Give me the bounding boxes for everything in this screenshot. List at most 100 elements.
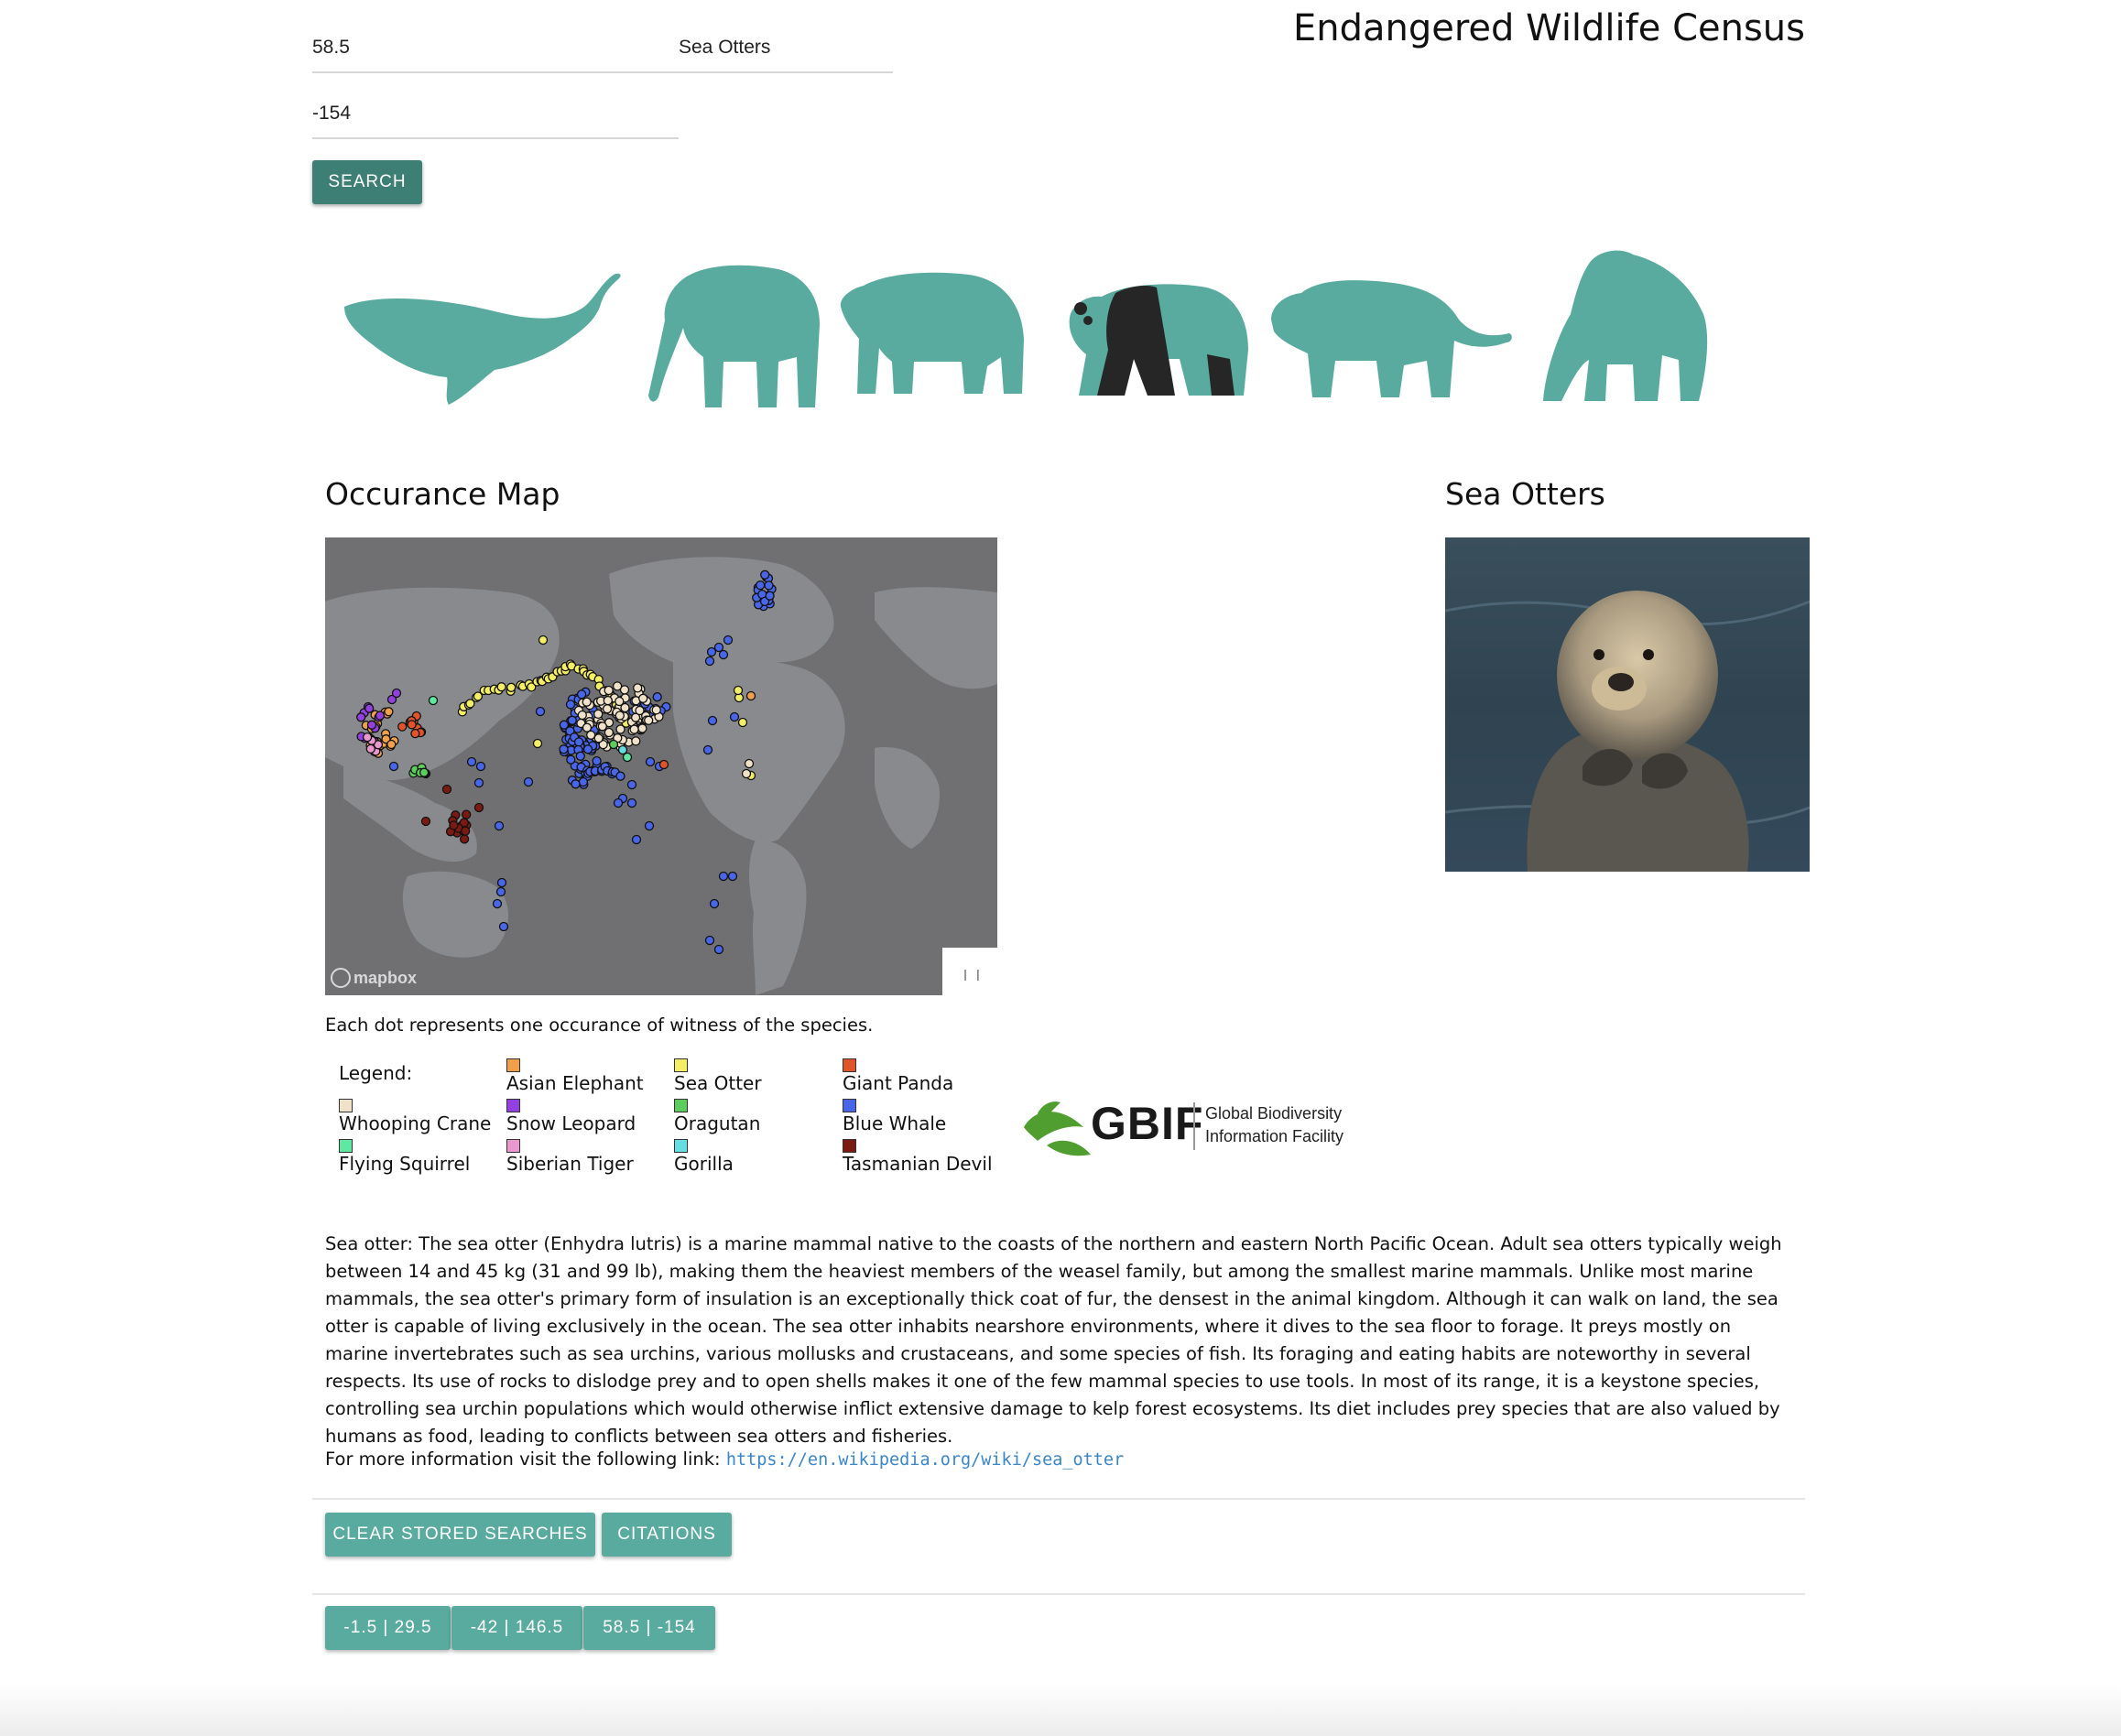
occurrence-dot[interactable] bbox=[756, 580, 766, 591]
occurrence-dot[interactable] bbox=[729, 711, 740, 722]
whale-icon[interactable] bbox=[339, 256, 623, 407]
map-canvas[interactable] bbox=[325, 537, 997, 995]
occurrence-dot[interactable] bbox=[492, 898, 503, 909]
stored-search-button[interactable]: 58.5 | -154 bbox=[583, 1606, 715, 1650]
occurrence-dot[interactable] bbox=[475, 761, 486, 772]
occurrence-dot[interactable] bbox=[622, 752, 633, 763]
occurrence-dot[interactable] bbox=[626, 779, 637, 790]
occurrence-dot[interactable] bbox=[733, 685, 744, 696]
gorilla-icon[interactable] bbox=[1534, 245, 1713, 406]
occurrence-dot[interactable] bbox=[718, 871, 729, 882]
occurrence-dot[interactable] bbox=[602, 704, 613, 714]
occurrence-dot[interactable] bbox=[637, 723, 647, 733]
occurrence-dot[interactable] bbox=[420, 816, 431, 827]
occurrence-dot[interactable] bbox=[592, 755, 602, 766]
occurrence-dot[interactable] bbox=[523, 776, 534, 787]
occurrence-dot[interactable] bbox=[428, 695, 439, 706]
occurrence-dot[interactable] bbox=[567, 715, 577, 725]
occurrence-dot[interactable] bbox=[713, 642, 724, 653]
occurrence-dot[interactable] bbox=[578, 776, 589, 787]
occurrence-dot[interactable] bbox=[565, 700, 576, 710]
occurrence-dot[interactable] bbox=[494, 820, 505, 831]
occurrence-dot[interactable] bbox=[535, 706, 546, 717]
occurrence-dot[interactable] bbox=[391, 688, 402, 699]
occurrence-dot[interactable] bbox=[765, 591, 775, 601]
occurrence-dot[interactable] bbox=[506, 682, 517, 692]
occurrence-dot[interactable] bbox=[635, 705, 645, 716]
occurrence-map[interactable]: mapbox ❘ ❘ bbox=[325, 537, 997, 995]
elephant-icon[interactable] bbox=[641, 256, 824, 407]
occurrence-dot[interactable] bbox=[727, 871, 738, 882]
occurrence-dot[interactable] bbox=[459, 834, 470, 844]
occurrence-dot[interactable] bbox=[386, 739, 397, 750]
stored-search-button[interactable]: -1.5 | 29.5 bbox=[325, 1606, 451, 1650]
occurrence-dot[interactable] bbox=[566, 754, 576, 765]
bear-icon[interactable] bbox=[832, 266, 1028, 403]
occurrence-dot[interactable] bbox=[737, 717, 748, 728]
stored-search-button[interactable]: -42 | 146.5 bbox=[451, 1606, 582, 1650]
occurrence-dot[interactable] bbox=[658, 759, 669, 770]
citations-button[interactable]: CITATIONS bbox=[602, 1513, 732, 1557]
occurrence-dot[interactable] bbox=[473, 802, 484, 813]
occurrence-dot[interactable] bbox=[604, 727, 615, 738]
occurrence-dot[interactable] bbox=[384, 707, 394, 717]
occurrence-dot[interactable] bbox=[629, 724, 639, 734]
panda-icon[interactable] bbox=[1060, 267, 1253, 405]
occurrence-dot[interactable] bbox=[760, 570, 770, 580]
occurrence-dot[interactable] bbox=[718, 649, 729, 660]
occurrence-dot[interactable] bbox=[713, 944, 724, 955]
occurrence-dot[interactable] bbox=[577, 710, 587, 721]
occurrence-dot[interactable] bbox=[651, 705, 661, 715]
occurrence-dot[interactable] bbox=[466, 756, 477, 767]
occurrence-dot[interactable] bbox=[449, 820, 459, 830]
occurrence-dot[interactable] bbox=[498, 921, 509, 932]
occurrence-dot[interactable] bbox=[407, 720, 417, 730]
occurrence-dot[interactable] bbox=[644, 715, 654, 725]
occurrence-dot[interactable] bbox=[356, 712, 366, 722]
occurrence-dot[interactable] bbox=[365, 743, 375, 754]
occurrence-dot[interactable] bbox=[644, 820, 655, 831]
occurrence-dot[interactable] bbox=[375, 711, 386, 721]
occurrence-dot[interactable] bbox=[538, 635, 549, 646]
occurrence-dot[interactable] bbox=[631, 834, 642, 845]
wikipedia-link[interactable]: https://en.wikipedia.org/wiki/sea_otter bbox=[726, 1450, 1124, 1470]
occurrence-dot[interactable] bbox=[633, 683, 643, 693]
occurrence-dot[interactable] bbox=[593, 733, 604, 743]
occurrence-dot[interactable] bbox=[582, 697, 592, 707]
occurrence-dot[interactable] bbox=[397, 722, 408, 732]
occurrence-dot[interactable] bbox=[744, 758, 755, 769]
latitude-input[interactable]: 58.5 bbox=[312, 18, 679, 73]
occurrence-dot[interactable] bbox=[723, 635, 734, 646]
occurrence-dot[interactable] bbox=[615, 771, 625, 781]
occurrence-dot[interactable] bbox=[617, 744, 628, 755]
occurrence-dot[interactable] bbox=[462, 809, 472, 819]
gbif-logo[interactable]: GBIF Global Biodiversity Information Fac… bbox=[1019, 1090, 1349, 1163]
longitude-input[interactable]: -154 bbox=[312, 84, 679, 139]
occurrence-dot[interactable] bbox=[745, 690, 756, 701]
occurrence-dot[interactable] bbox=[571, 779, 581, 789]
occurrence-dot[interactable] bbox=[613, 797, 624, 808]
occurrence-dot[interactable] bbox=[615, 711, 625, 721]
occurrence-dot[interactable] bbox=[603, 695, 613, 706]
occurrence-dot[interactable] bbox=[707, 715, 718, 726]
occurrence-dot[interactable] bbox=[645, 756, 656, 767]
occurrence-dot[interactable] bbox=[704, 656, 715, 667]
occurrence-dot[interactable] bbox=[615, 724, 625, 734]
occurrence-dot[interactable] bbox=[366, 720, 377, 730]
occurrence-dot[interactable] bbox=[608, 739, 619, 750]
occurrence-dot[interactable] bbox=[495, 886, 506, 897]
occurrence-dot[interactable] bbox=[631, 736, 641, 746]
species-select[interactable]: Sea Otters bbox=[679, 18, 893, 73]
occurrence-dot[interactable] bbox=[573, 737, 584, 747]
occurrence-dot[interactable] bbox=[388, 761, 399, 772]
occurrence-dot[interactable] bbox=[638, 693, 648, 703]
occurrence-dot[interactable] bbox=[410, 728, 420, 739]
occurrence-dot[interactable] bbox=[441, 784, 452, 795]
occurrence-dot[interactable] bbox=[597, 722, 607, 732]
occurrence-dot[interactable] bbox=[532, 738, 543, 749]
occurrence-dot[interactable] bbox=[364, 703, 375, 713]
occurrence-dot[interactable] bbox=[702, 744, 713, 755]
occurrence-dot[interactable] bbox=[593, 709, 604, 720]
occurrence-dot[interactable] bbox=[706, 646, 717, 657]
search-button[interactable]: SEARCH bbox=[312, 160, 422, 204]
